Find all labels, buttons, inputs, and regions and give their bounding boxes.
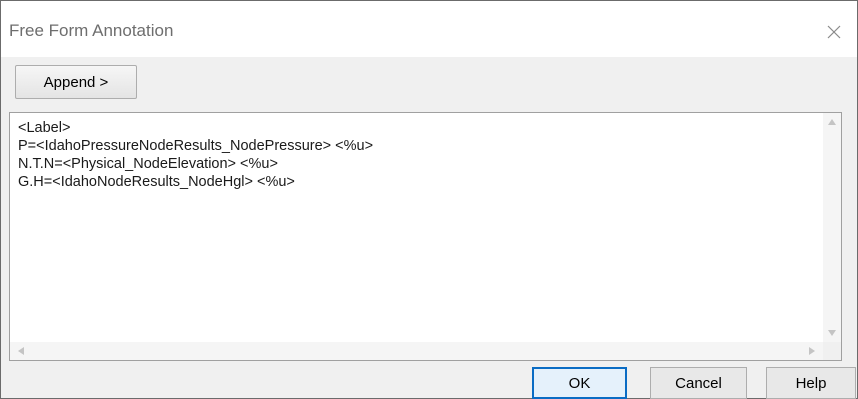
title-bar: Free Form Annotation [1,1,857,57]
scroll-up-arrow-icon[interactable] [828,119,836,125]
cancel-button[interactable]: Cancel [650,367,747,399]
editor-line-4: G.H=<IdahoNodeResults_NodeHgl> <%u> [18,174,295,190]
editor-line-3: N.T.N=<Physical_NodeElevation> <%u> [18,156,278,172]
scrollbar-corner [823,342,841,360]
editor-line-1: <Label> [18,120,71,136]
annotation-text-editor[interactable]: <Label> P=<IdahoPressureNodeResults_NodeP… [9,112,842,361]
scroll-down-arrow-icon[interactable] [828,330,836,336]
close-button[interactable] [811,11,857,53]
close-icon [827,25,841,39]
free-form-annotation-dialog: Free Form Annotation Append > <Label> P=<… [0,0,858,399]
annotation-text[interactable]: <Label> P=<IdahoPressureNodeResults_NodeP… [18,119,373,191]
horizontal-scrollbar[interactable] [10,342,823,360]
editor-line-2: P=<IdahoPressureNodeResults_NodePressure… [18,138,374,154]
scroll-left-arrow-icon[interactable] [18,347,24,355]
help-button[interactable]: Help [766,367,856,399]
ok-button[interactable]: OK [532,367,627,399]
scroll-right-arrow-icon[interactable] [809,347,815,355]
vertical-scrollbar[interactable] [823,113,841,342]
append-button[interactable]: Append > [15,65,137,99]
dialog-title: Free Form Annotation [9,21,174,40]
